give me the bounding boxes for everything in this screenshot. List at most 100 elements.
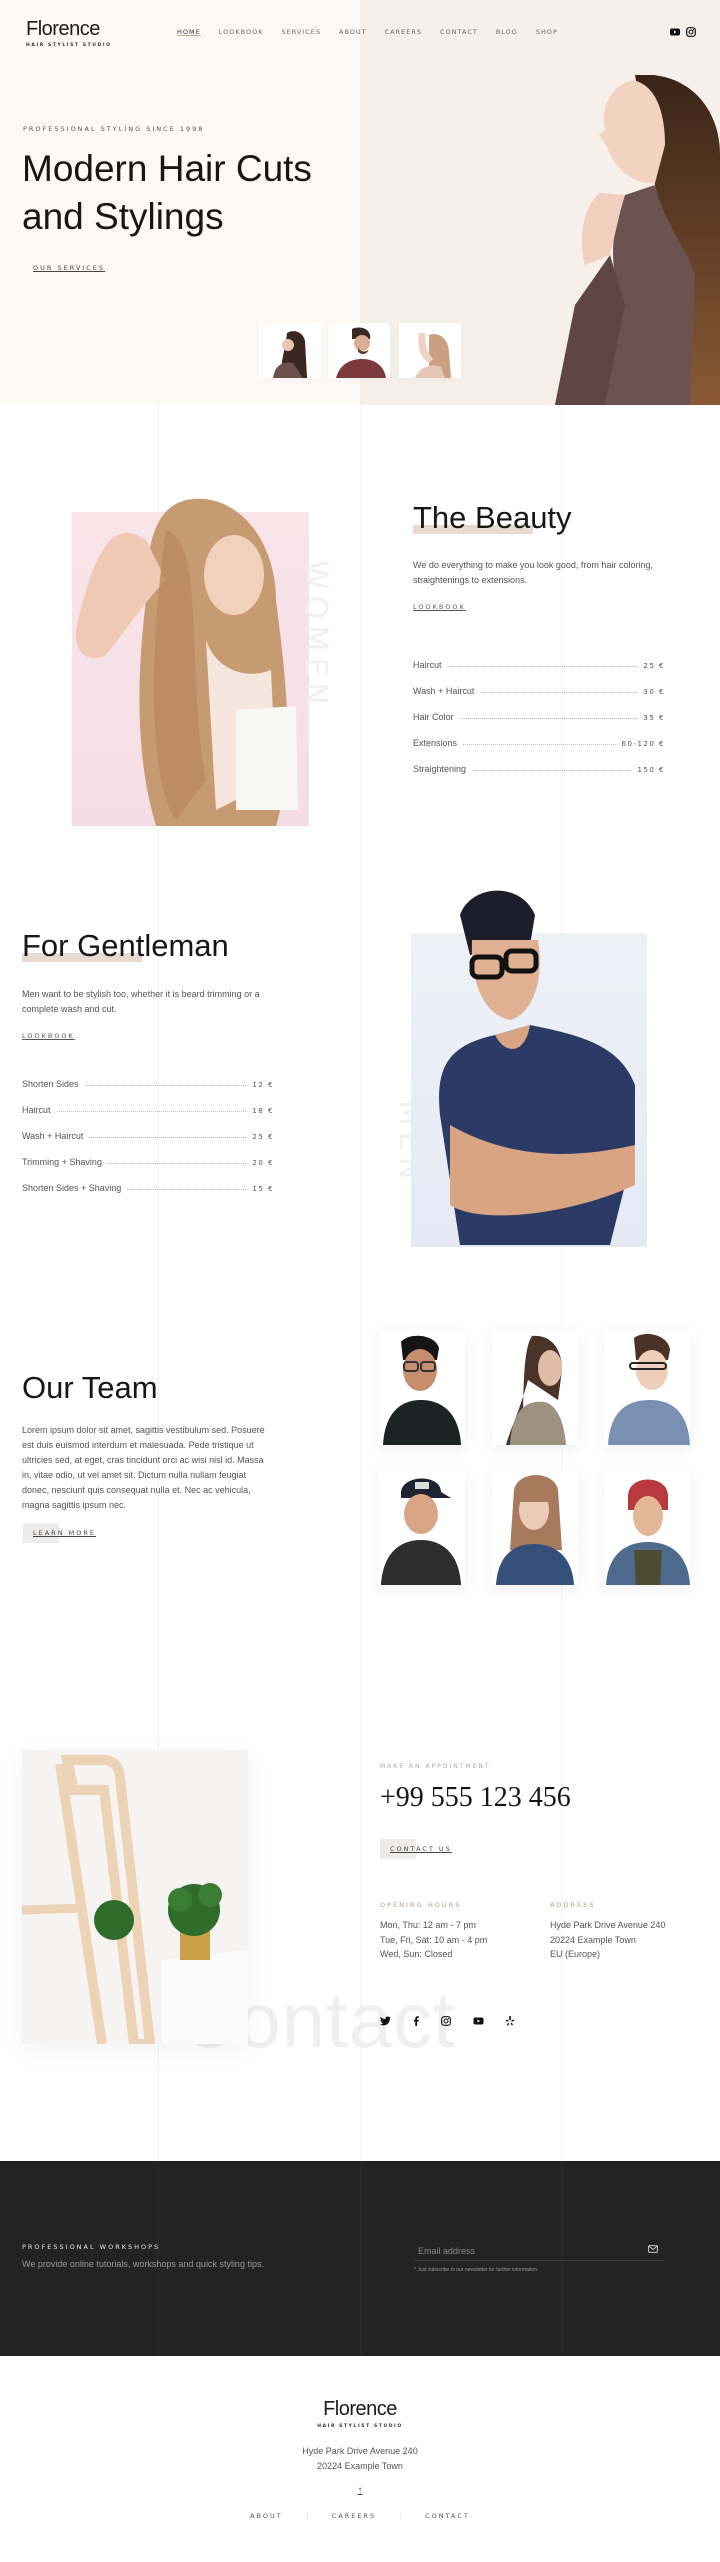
contact-decor-image (22, 1750, 248, 2044)
brand-name: Florence (26, 18, 100, 40)
team-member-card[interactable] (379, 1470, 465, 1585)
service-name: Trimming + Shaving (22, 1157, 102, 1167)
header-social-links (670, 27, 696, 37)
hero-title-line-1: Modern Hair Cuts (22, 148, 312, 189)
footer-link-contact[interactable]: CONTACT (401, 2512, 494, 2520)
nav-item-careers[interactable]: CAREERS (385, 28, 422, 36)
service-price: 25 € (252, 1133, 274, 1141)
nav-item-blog[interactable]: BLOG (496, 28, 518, 36)
price-row: Hair Color 35 € (413, 696, 665, 722)
contact-social-links (380, 2016, 514, 2026)
price-row: Wash + Haircut 25 € (22, 1115, 274, 1141)
facebook-icon[interactable] (413, 2016, 419, 2026)
hero-kicker: PROFESSIONAL STYLING SINCE 1998 (23, 125, 205, 133)
nav-item-about[interactable]: ABOUT (339, 28, 367, 36)
beauty-lookbook-link[interactable]: LOOKBOOK (413, 603, 466, 611)
hero-thumbnail[interactable] (259, 323, 321, 378)
footer-link-careers[interactable]: CAREERS (308, 2512, 402, 2520)
nav-item-lookbook[interactable]: LOOKBOOK (219, 28, 264, 36)
hero-title-line-2: and Stylings (22, 196, 224, 237)
dot-leader (459, 718, 638, 719)
price-row: Haircut 25 € (413, 644, 665, 670)
price-row: Shorten Sides 12 € (22, 1063, 274, 1089)
address-block: Hyde Park Drive Avenue 240 20224 Example… (550, 1918, 665, 1962)
instagram-icon[interactable] (441, 2016, 451, 2026)
service-name: Straightening (413, 764, 467, 774)
address-line: 20224 Example Town (317, 2460, 403, 2471)
service-price: 35 € (643, 714, 665, 722)
dot-leader (463, 744, 616, 745)
beauty-price-list: Haircut 25 € Wash + Haircut 30 € Hair Colo… (413, 644, 665, 774)
youtube-icon[interactable] (473, 2016, 484, 2026)
gentleman-model-image (439, 890, 635, 1245)
gentleman-title-text: For Gentleman (22, 928, 229, 963)
back-to-top-arrow-icon[interactable]: ↑ (352, 2485, 368, 2499)
footer-brand-name: Florence (323, 2398, 397, 2420)
hero-thumbnail[interactable] (328, 323, 390, 378)
learn-more-button[interactable]: LEARN MORE (23, 1523, 106, 1543)
price-row: Straightening 150 € (413, 748, 665, 774)
nav-item-contact[interactable]: CONTACT (440, 28, 478, 36)
brand-logo[interactable]: Florence HAIR STYLIST STUDIO (22, 18, 112, 48)
service-name: Shorten Sides (22, 1079, 79, 1089)
hero-woman-image (555, 75, 720, 405)
opening-hours-list: Mon, Thu: 12 am - 7 pm Tue, Fri, Sat: 10… (380, 1918, 487, 1962)
instagram-icon[interactable] (686, 27, 696, 37)
footer-nav: ABOUT CAREERS CONTACT (0, 2512, 720, 2520)
service-price: 25 € (643, 662, 665, 670)
hero-title: Modern Hair Cuts and Stylings (22, 145, 312, 241)
nav-item-home[interactable]: HOME (177, 28, 201, 36)
team-member-card[interactable] (492, 1470, 578, 1585)
footer-logo[interactable]: Florence HAIR STYLIST STUDIO (0, 2398, 720, 2429)
newsletter-form (414, 2241, 664, 2261)
price-row: Wash + Haircut 30 € (413, 670, 665, 696)
brand-tagline: HAIR STYLIST STUDIO (26, 43, 112, 48)
footer-link-about[interactable]: ABOUT (226, 2512, 308, 2520)
grid-line (360, 400, 361, 2160)
service-price: 20 € (252, 1159, 274, 1167)
gentleman-lookbook-link[interactable]: LOOKBOOK (22, 1032, 75, 1040)
beauty-title-text: The Beauty (413, 500, 572, 535)
price-row: Haircut 18 € (22, 1089, 274, 1115)
main-nav: HOME LOOKBOOK SERVICES ABOUT CAREERS CON… (177, 28, 558, 36)
service-name: Haircut (413, 660, 442, 670)
service-name: Extensions (413, 738, 458, 748)
team-title: Our Team (22, 1370, 158, 1405)
twitter-icon[interactable] (380, 2016, 391, 2026)
appointment-kicker: MAKE AN APPOINTMENT (380, 1763, 491, 1770)
phone-number[interactable]: +99 555 123 456 (380, 1782, 571, 1814)
beauty-model-image (75, 498, 298, 826)
yelp-icon[interactable] (506, 2016, 514, 2026)
gentleman-description: Men want to be stylish too, whether it i… (22, 989, 260, 1014)
dot-leader (480, 692, 638, 693)
workshops-description: We provide online tutorials, workshops a… (22, 2259, 264, 2269)
team-member-card[interactable] (604, 1330, 690, 1445)
beauty-title: The Beauty (413, 500, 572, 536)
dot-leader (107, 1163, 247, 1164)
hours-line: Mon, Thu: 12 am - 7 pm (380, 1920, 476, 1930)
team-description: Lorem ipsum dolor sit amet, sagittis ves… (22, 1425, 265, 1510)
email-input[interactable] (414, 2242, 634, 2260)
service-price: 150 € (637, 766, 665, 774)
youtube-icon[interactable] (670, 27, 680, 37)
hero-thumbnail[interactable] (399, 323, 461, 378)
nav-item-services[interactable]: SERVICES (281, 28, 321, 36)
gentleman-price-list: Shorten Sides 12 € Haircut 18 € Wash + Hai… (22, 1063, 274, 1193)
grid-line (360, 2161, 361, 2356)
mail-icon[interactable] (648, 2245, 658, 2253)
contact-us-button[interactable]: CONTACT US (380, 1839, 462, 1859)
dot-leader (127, 1189, 247, 1190)
address-line: Hyde Park Drive Avenue 240 (550, 1920, 666, 1930)
team-member-card[interactable] (379, 1330, 465, 1445)
nav-item-shop[interactable]: SHOP (536, 28, 558, 36)
dot-leader (89, 1137, 247, 1138)
opening-hours-heading: OPENING HOURS (380, 1901, 462, 1909)
address-line: EU (Europe) (550, 1949, 601, 1959)
service-name: Haircut (22, 1105, 51, 1115)
our-services-button[interactable]: OUR SERVICES (23, 258, 115, 278)
newsletter-section: PROFESSIONAL WORKSHOPS We provide online… (0, 2161, 720, 2356)
team-member-card[interactable] (492, 1330, 578, 1445)
service-name: Wash + Haircut (22, 1131, 84, 1141)
team-member-card[interactable] (604, 1470, 690, 1585)
service-price: 60-120 € (621, 740, 665, 748)
